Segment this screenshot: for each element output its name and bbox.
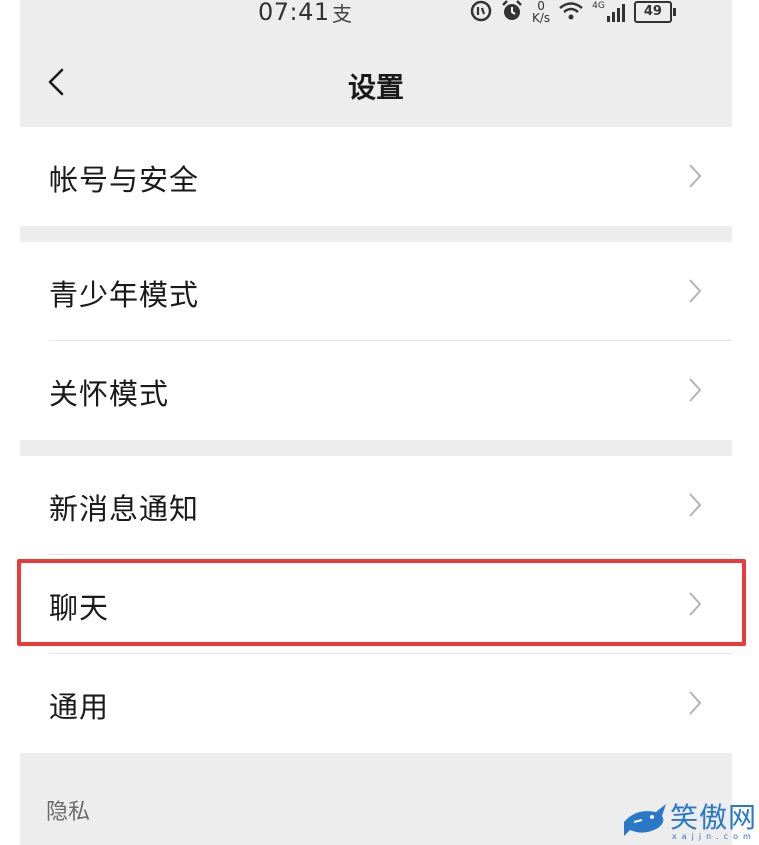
alipay-icon: 支 [332,2,352,26]
settings-item-label: 关怀模式 [49,377,170,411]
network-speed: 0 K/s [532,0,550,24]
watermark-text: 笑傲网 [670,801,758,834]
network-type: 4G [592,1,605,11]
section-header-privacy: 隐私 [46,800,91,825]
nav-bar: 设置 [20,40,732,126]
watermark-url: xajjn.com [672,832,756,841]
settings-item-notifications[interactable]: 新消息通知 [20,456,732,555]
chevron-right-icon [689,164,702,188]
settings-item-general[interactable]: 通用 [20,654,732,753]
status-time: 07:41 [258,0,330,26]
signal-icon: 4G [592,2,626,22]
page-title: 设置 [347,71,404,104]
settings-group-account: 帐号与安全 [20,127,732,226]
settings-item-care-mode[interactable]: 关怀模式 [20,341,732,440]
data-saver-icon [470,0,492,25]
chevron-right-icon [689,279,702,303]
settings-item-label: 帐号与安全 [49,163,200,197]
shark-logo-icon [624,804,666,836]
settings-item-label: 青少年模式 [49,278,200,312]
highlight-box-chat [17,559,746,646]
watermark-logo: 笑傲网 xajjn.com [622,796,759,844]
settings-group-modes: 青少年模式 关怀模式 [20,242,732,440]
chevron-right-icon [689,691,702,715]
status-bar: 07:41 支 0 K/s 4G 49 [20,0,732,30]
settings-item-label: 新消息通知 [49,492,200,526]
settings-item-account-security[interactable]: 帐号与安全 [20,127,732,226]
status-icons: 0 K/s 4G 49 [470,0,676,26]
wifi-icon [558,0,584,25]
network-speed-unit: K/s [532,11,551,25]
alarm-icon [500,0,524,26]
settings-item-label: 通用 [49,690,110,724]
battery-indicator: 49 [633,1,676,23]
settings-screen: 07:41 支 0 K/s 4G 49 设置 帐号与安全 青少年模式 关怀模式 … [20,0,732,845]
chevron-right-icon [689,378,702,402]
chevron-right-icon [689,493,702,517]
settings-item-teen-mode[interactable]: 青少年模式 [20,242,732,341]
